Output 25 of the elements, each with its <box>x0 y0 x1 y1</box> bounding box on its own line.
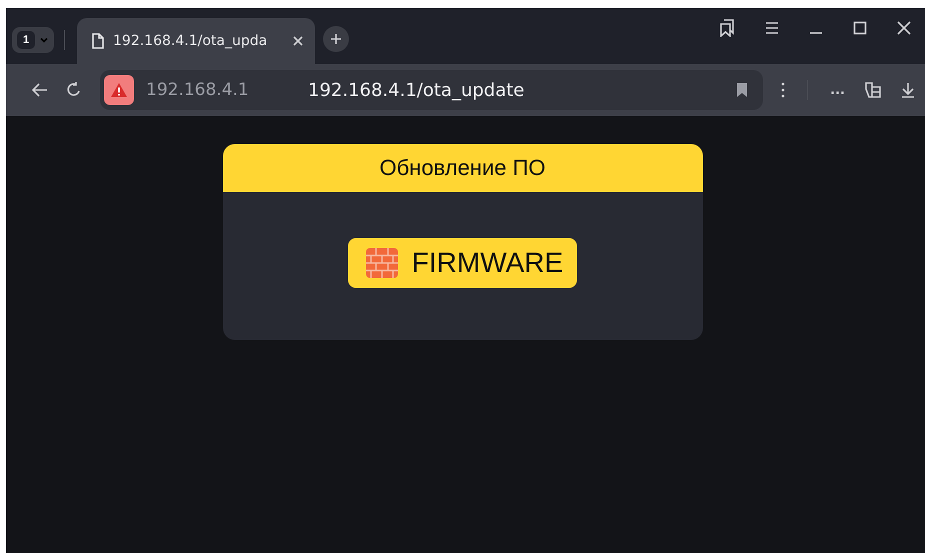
menu-icon[interactable] <box>765 19 779 37</box>
bookmarks-icon[interactable] <box>719 19 735 37</box>
plus-icon <box>330 33 342 45</box>
overflow-button[interactable]: ... <box>830 82 845 98</box>
card-title: Обновление ПО <box>222 144 702 192</box>
close-icon[interactable] <box>293 36 303 46</box>
address-host: 192.168.4.1 <box>146 80 250 100</box>
reload-icon[interactable] <box>66 81 82 99</box>
close-icon[interactable] <box>897 19 911 37</box>
address-bar[interactable]: 192.168.4.1 192.168.4.1/ota_update <box>100 70 764 110</box>
bookmark-icon[interactable] <box>737 83 748 97</box>
back-arrow-icon[interactable] <box>32 83 48 97</box>
document-icon <box>91 33 105 49</box>
extension-icon[interactable] <box>863 81 883 99</box>
download-icon[interactable] <box>901 82 915 98</box>
maximize-icon[interactable] <box>853 19 867 37</box>
firmware-button[interactable]: FIRMWARE <box>348 238 578 288</box>
address-url: 192.168.4.1/ota_update <box>308 80 526 100</box>
new-tab-button[interactable] <box>323 26 349 52</box>
chevron-down-icon <box>39 35 49 45</box>
brick-wall-icon <box>366 248 398 278</box>
browser-tab[interactable]: 192.168.4.1/ota_upda <box>77 18 315 64</box>
warning-icon <box>104 75 134 105</box>
more-vertical-icon[interactable] <box>781 82 786 98</box>
tab-counter-button[interactable]: 1 <box>12 27 54 53</box>
